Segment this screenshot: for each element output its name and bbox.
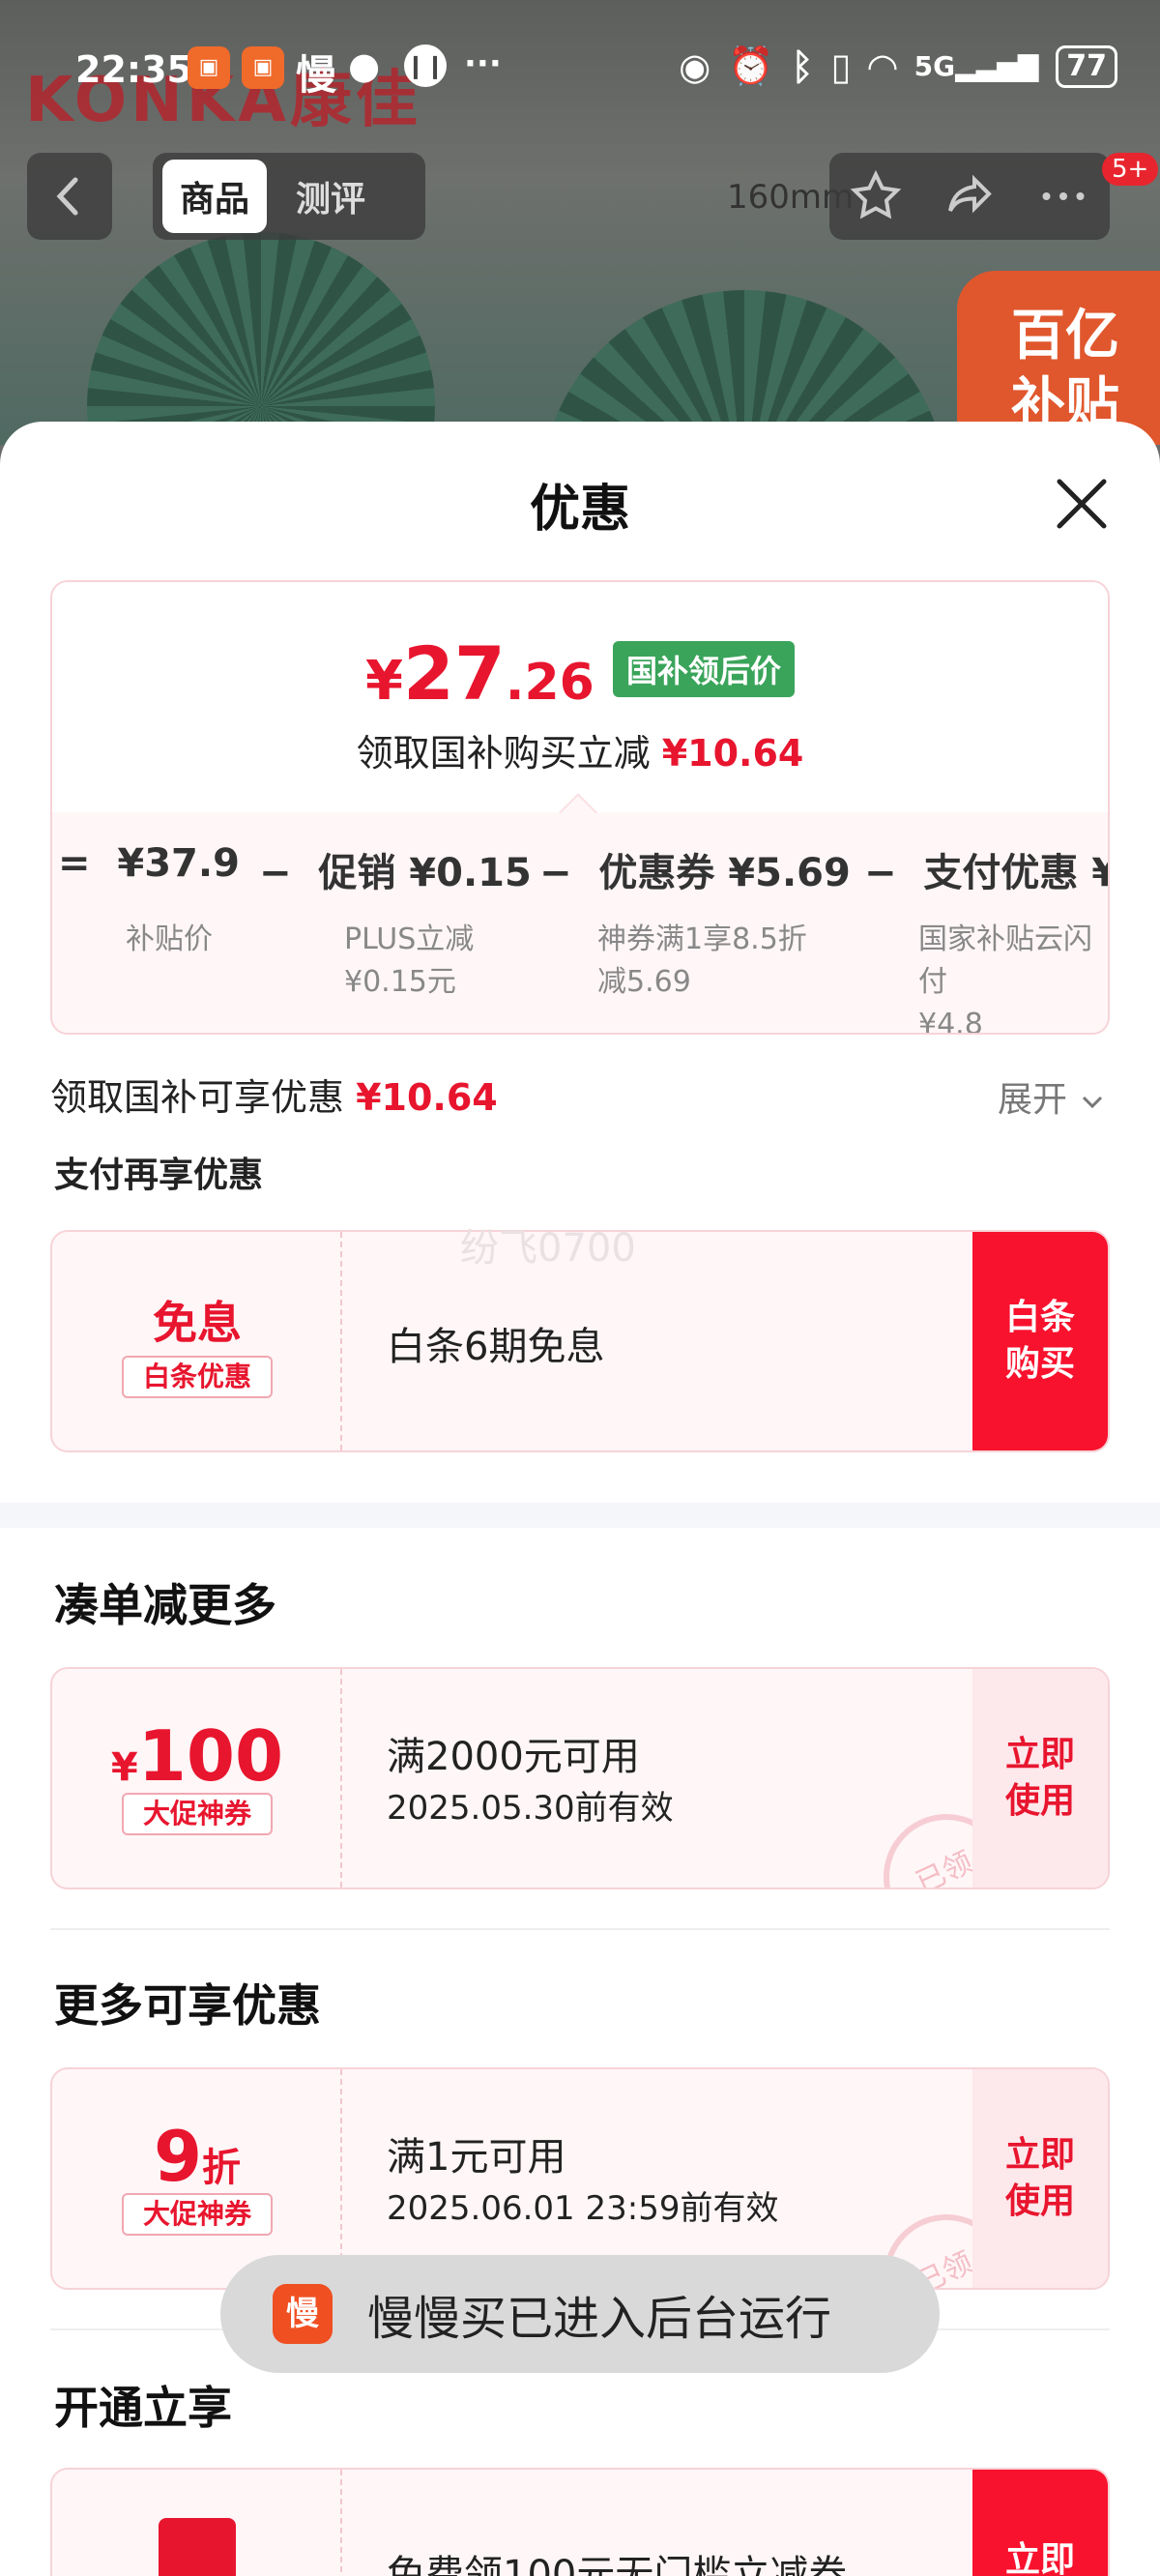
- product-tabs: 商品 测评: [153, 153, 425, 240]
- coupon-tag: 大促神券: [122, 1793, 273, 1835]
- formula-item: − 促销 ¥0.15: [259, 851, 532, 895]
- coupon-amount: 9折: [153, 2116, 242, 2197]
- formula-desc: PLUS立减 ¥0.15元: [344, 922, 475, 999]
- top-actions: [829, 153, 1110, 240]
- card-icon: [159, 2518, 236, 2576]
- wechat-icon: ●: [348, 44, 381, 87]
- signal-icon: 5G▂▃▅▇: [914, 50, 1039, 82]
- fan-image-left: [87, 232, 435, 445]
- app-notification-icon: 慢: [296, 51, 337, 99]
- subsidy-badge: 百亿 补贴: [957, 271, 1160, 445]
- price-formula: = ¥37.9 补贴价 − 促销 ¥0.15 PLUS立减 ¥0.15元 − 优惠…: [52, 812, 1108, 1035]
- wifi-icon: ◠: [868, 44, 897, 88]
- coupon-title: 免息: [153, 1297, 242, 1349]
- price-subtitle: 领取国补购买立减 ¥10.64: [356, 732, 804, 775]
- tab-review[interactable]: 测评: [278, 160, 383, 233]
- app-notification-icon: ▣: [188, 46, 230, 89]
- close-icon[interactable]: [1050, 472, 1114, 536]
- pay-section-title: 支付再享优惠: [54, 1156, 264, 1195]
- chevron-left-icon: [56, 177, 78, 216]
- price-breakdown-card: ¥27.26 国补领后价 领取国补购买立减 ¥10.64 = ¥37.9 补贴价…: [50, 580, 1110, 1035]
- divider: [50, 1928, 1110, 1930]
- formula-item: = ¥37.9: [58, 841, 240, 886]
- coupon-expiry: 2025.06.01 23:59前有效: [387, 2189, 779, 2228]
- formula-desc: 补贴价: [126, 922, 213, 956]
- toast-text: 慢慢买已进入后台运行: [367, 2292, 832, 2346]
- tab-product[interactable]: 商品: [162, 160, 268, 233]
- vibrate-icon: ▯: [830, 44, 852, 88]
- chevron-down-icon: [1083, 1096, 1103, 1109]
- watermark: 纷飞0700: [460, 1226, 636, 1271]
- formula-item: − 支付优惠 ¥4: [864, 851, 1108, 895]
- coupon-condition: 满1元可用: [387, 2135, 566, 2180]
- formula-desc: 神券满1享8.5折 减5.69: [597, 922, 807, 999]
- use-coupon-button[interactable]: 立即 使用: [972, 2069, 1108, 2288]
- use-coupon-button[interactable]: 立即 使用: [972, 1669, 1108, 1888]
- app-icon: 慢: [273, 2284, 333, 2344]
- final-price: ¥27.26 国补领后价: [52, 630, 1108, 717]
- section-title-coudan: 凑单减更多: [54, 1579, 276, 1631]
- baitiao-buy-button[interactable]: 白条 购买: [972, 1232, 1108, 1450]
- membership-card: 免费领100元无门槛立减券 立即: [50, 2468, 1110, 2576]
- coupon-card: ¥100 大促神券 满2000元可用 2025.05.30前有效 已领 立即 使…: [50, 1667, 1110, 1889]
- discount-sheet: 优惠 ¥27.26 国补领后价 领取国补购买立减 ¥10.64 = ¥37.9 …: [0, 422, 1160, 2576]
- coupon-amount: ¥100: [110, 1715, 284, 1797]
- coupon-text: 白条6期免息: [387, 1325, 605, 1369]
- notification-badge: 5+: [1102, 153, 1159, 186]
- coupon-condition: 满2000元可用: [387, 1735, 640, 1779]
- open-now-button[interactable]: 立即: [972, 2470, 1108, 2576]
- coupon-expiry: 2025.05.30前有效: [387, 1789, 674, 1828]
- pause-icon: ❙❙: [404, 44, 447, 87]
- coupon-tag: 大促神券: [122, 2193, 273, 2236]
- alarm-icon: ⏰: [728, 44, 774, 87]
- section-title-open: 开通立享: [54, 2382, 232, 2434]
- bluetooth-icon: ᛒ: [791, 44, 814, 88]
- section-title-more: 更多可享优惠: [54, 1979, 321, 2032]
- more-icon[interactable]: [1034, 167, 1092, 225]
- formula-item: − 优惠券 ¥5.69: [539, 851, 851, 895]
- status-time: 22:35: [75, 48, 192, 91]
- eye-icon: ◉: [679, 44, 711, 88]
- star-icon[interactable]: [847, 167, 905, 225]
- gov-subsidy-tag: 国补领后价: [612, 641, 795, 697]
- toast: 慢 慢慢买已进入后台运行: [220, 2255, 940, 2373]
- coupon-tag: 白条优惠: [122, 1356, 273, 1398]
- expand-button[interactable]: 展开: [998, 1071, 1107, 1122]
- sheet-title: 优惠: [529, 481, 630, 539]
- app-notification-icon: ▣: [242, 46, 284, 89]
- gov-discount-line: 领取国补可享优惠 ¥10.64: [50, 1076, 498, 1119]
- back-button[interactable]: [27, 153, 112, 240]
- status-bar: 22:35 ▣ ▣ 慢 ● ❙❙ ··· ◉ ⏰ ᛒ ▯ ◠ 5G▂▃▅▇ 77: [0, 39, 1160, 106]
- more-notifications-icon: ···: [464, 44, 502, 83]
- share-icon[interactable]: [941, 167, 999, 225]
- membership-text: 免费领100元无门槛立减券: [387, 2553, 848, 2576]
- section-divider: [0, 1503, 1160, 1528]
- formula-desc: 国家补贴云闪付 ¥4.8: [918, 922, 1092, 1035]
- battery-icon: 77: [1056, 44, 1117, 88]
